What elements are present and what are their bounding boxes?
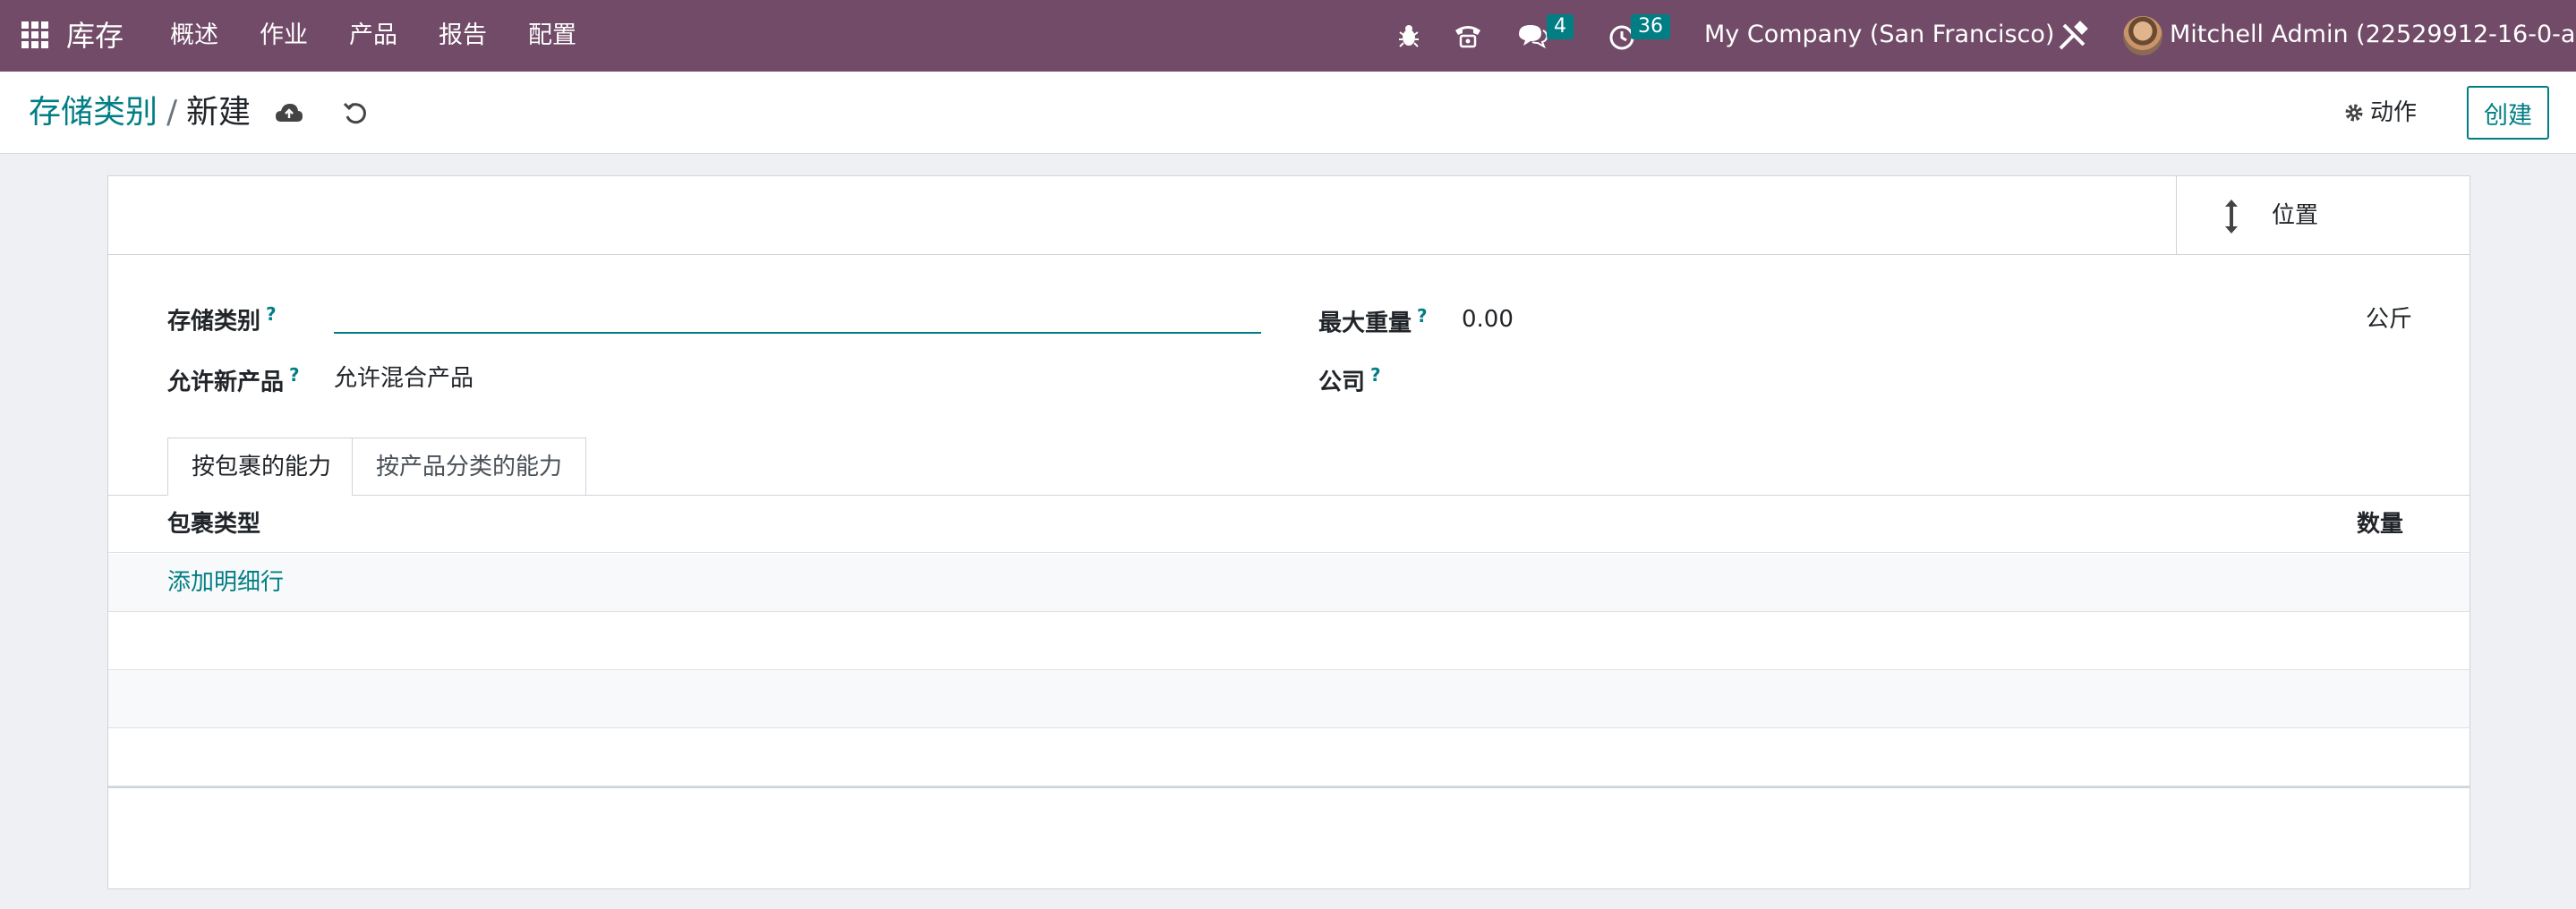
help-tooltip-icon[interactable]: ? [1370, 364, 1381, 386]
menu-operations[interactable]: 作业 [260, 20, 308, 52]
menu-overview[interactable]: 概述 [170, 20, 218, 52]
save-cloud-icon[interactable] [274, 98, 304, 129]
action-menu-button[interactable]: 动作 [2343, 93, 2417, 132]
messages-icon[interactable] [1514, 18, 1550, 54]
allow-new-product-select[interactable]: 允许混合产品 [334, 362, 473, 395]
table-row [108, 670, 2469, 728]
table-row [108, 612, 2469, 670]
gear-icon [2345, 104, 2363, 122]
vertical-arrows-icon [2225, 200, 2238, 234]
storage-category-label: 存储类别? [167, 303, 277, 336]
max-weight-label: 最大重量? [1318, 305, 1428, 337]
app-name[interactable]: 库存 [66, 16, 124, 55]
breadcrumb-current: 新建 [186, 94, 252, 131]
company-field[interactable] [1462, 362, 2357, 395]
breadcrumb-separator: / [166, 94, 178, 131]
tab-capacity-by-package[interactable]: 按包裹的能力 [167, 438, 356, 496]
menu-products[interactable]: 产品 [349, 20, 397, 52]
table-header: 包裹类型 数量 [108, 496, 2469, 553]
activities-count-badge: 36 [1631, 14, 1670, 39]
avatar[interactable] [2123, 16, 2162, 55]
add-line-link[interactable]: 添加明细行 [167, 566, 284, 599]
table-row: 添加明细行 [108, 554, 2469, 612]
allow-new-product-label: 允许新产品? [167, 364, 300, 396]
user-menu[interactable]: Mitchell Admin (22529912-16-0-all) [2170, 18, 2576, 52]
menu-reporting[interactable]: 报告 [439, 20, 487, 52]
weight-unit: 公斤 [2366, 306, 2413, 333]
button-box: 位置 [108, 176, 2469, 255]
discard-undo-icon[interactable] [340, 98, 371, 129]
phone-icon[interactable] [1450, 18, 1486, 54]
locations-label: 位置 [2272, 202, 2319, 229]
action-label: 动作 [2370, 99, 2418, 126]
messages-count-badge: 4 [1547, 14, 1574, 39]
company-switcher[interactable]: My Company (San Francisco) [1704, 18, 2054, 52]
table-row [108, 728, 2469, 786]
tools-icon[interactable] [2055, 18, 2091, 54]
company-label: 公司? [1318, 364, 1381, 396]
form-sheet: 位置 存储类别? 允许新产品? 允许混合产品 最大重量? 0.00 公斤 公司?… [107, 175, 2470, 889]
top-navbar: 库存 概述 作业 产品 报告 配置 4 36 My Company (San F… [0, 0, 2576, 72]
debug-bug-icon[interactable] [1391, 18, 1427, 54]
control-panel: 存储类别 / 新建 动作 创建 [0, 72, 2576, 154]
breadcrumb-parent[interactable]: 存储类别 [29, 91, 158, 134]
locations-smart-button[interactable]: 位置 [2176, 176, 2469, 255]
menu-configuration[interactable]: 配置 [528, 20, 576, 52]
column-quantity[interactable]: 数量 [2357, 508, 2403, 540]
storage-category-input[interactable] [334, 296, 1261, 334]
help-tooltip-icon[interactable]: ? [266, 303, 277, 325]
apps-grid-icon[interactable] [21, 21, 48, 48]
help-tooltip-icon[interactable]: ? [289, 364, 300, 386]
column-package-type[interactable]: 包裹类型 [167, 508, 260, 540]
table-footer [108, 786, 2469, 789]
tab-capacity-by-product-category[interactable]: 按产品分类的能力 [352, 438, 587, 496]
help-tooltip-icon[interactable]: ? [1417, 305, 1428, 327]
max-weight-input[interactable]: 0.00 [1462, 303, 1514, 336]
create-button[interactable]: 创建 [2467, 86, 2549, 140]
